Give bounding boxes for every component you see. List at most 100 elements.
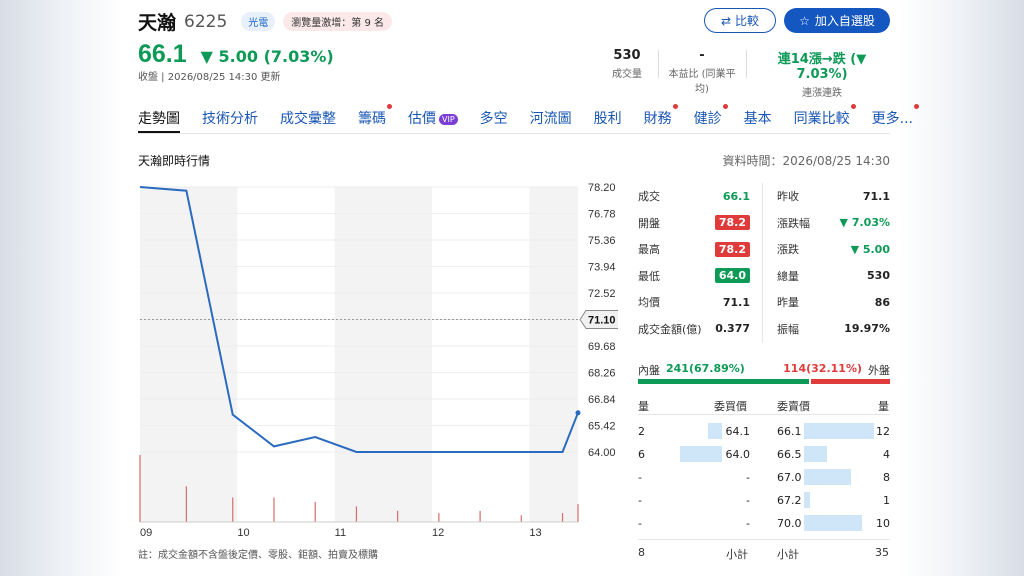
chart-note: 註：成交金額不含盤後定價、零股、鉅額、拍賣及標購 bbox=[138, 550, 378, 561]
quote-value: ▼ 7.03% bbox=[839, 216, 890, 229]
x-tick-label: 11 bbox=[335, 527, 346, 539]
y-tick-label: 73.94 bbox=[588, 262, 616, 274]
tab-3[interactable]: 籌碼 bbox=[358, 104, 392, 128]
quote-row-left: 均價 71.1 bbox=[638, 289, 750, 315]
stat-value: - bbox=[699, 48, 705, 63]
quote-row-right: 昨收 71.1 bbox=[777, 183, 890, 209]
tab-label: 股利 bbox=[593, 111, 622, 127]
tab-5[interactable]: 多空 bbox=[480, 108, 508, 128]
compare-icon: ⇄ bbox=[720, 13, 732, 28]
tab-label: 技術分析 bbox=[202, 111, 258, 127]
quote-value: 66.1 bbox=[722, 189, 750, 203]
quote-row-left: 開盤 78.2 bbox=[638, 210, 750, 236]
tab-6[interactable]: 河流圖 bbox=[530, 108, 572, 128]
quote-row-right: 漲跌幅 ▼ 7.03% bbox=[777, 210, 890, 236]
inner-label: 內盤 bbox=[638, 364, 660, 377]
y-tick-label: 76.78 bbox=[588, 209, 616, 221]
x-tick-label: 12 bbox=[432, 527, 444, 539]
rank-tag[interactable]: 瀏覽量激增：第 9 名 bbox=[283, 12, 393, 31]
intraday-chart[interactable]: 78.20 76.78 75.36 73.94 72.52 69.68 68.26 66.84… bbox=[138, 180, 618, 540]
y-tick-label: 75.36 bbox=[588, 235, 616, 247]
quote-row-left: 最高 78.2 bbox=[638, 236, 750, 262]
quote-row-left: 成交 66.1 bbox=[638, 183, 750, 209]
compare-button[interactable]: ⇄ 比較 bbox=[704, 8, 776, 33]
tab-9[interactable]: 健診 bbox=[694, 104, 728, 128]
hour-band bbox=[334, 187, 432, 522]
y-tick-label: 69.68 bbox=[588, 341, 616, 353]
tab-11[interactable]: 同業比較 bbox=[793, 104, 856, 128]
quote-label: 昨收 bbox=[777, 190, 799, 203]
new-dot-icon bbox=[672, 104, 678, 109]
quote-value: 64.0 bbox=[714, 268, 750, 283]
tab-1[interactable]: 技術分析 bbox=[202, 108, 258, 128]
quote-row-left: 成交金額(億) 0.377 bbox=[638, 316, 750, 342]
quote-row-right: 昨量 86 bbox=[777, 289, 890, 315]
tab-8[interactable]: 財務 bbox=[643, 104, 678, 128]
stock-page: 天瀚 6225 光電 瀏覽量激增：第 9 名 ⇄ 比較 ☆ 加入自選股 66.1… bbox=[124, 0, 920, 576]
price-row: 66.1 ▼ 5.00 (7.03%) bbox=[138, 40, 334, 69]
quote-label: 昨量 bbox=[777, 296, 799, 309]
subtotal-divider bbox=[638, 539, 890, 540]
stat-label: 成交量 bbox=[612, 69, 642, 80]
quote-divider bbox=[762, 183, 763, 343]
tab-label: 多空 bbox=[479, 111, 508, 127]
ask-price: 66.5 bbox=[777, 448, 802, 461]
tab-12[interactable]: 更多... bbox=[872, 104, 920, 128]
quote-row-right: 振幅 19.97% bbox=[777, 316, 890, 342]
y-tick-label: 66.84 bbox=[588, 394, 616, 406]
ask-price-header: 委賣價 bbox=[777, 400, 810, 413]
quote-label: 振幅 bbox=[777, 322, 799, 336]
tab-7[interactable]: 股利 bbox=[594, 108, 622, 128]
new-dot-icon bbox=[387, 104, 392, 109]
y-tick-label: 72.52 bbox=[588, 288, 616, 300]
bid-price: 64.1 bbox=[725, 425, 751, 438]
sector-tag[interactable]: 光電 bbox=[241, 12, 276, 31]
star-icon: ☆ bbox=[799, 13, 810, 28]
quote-value: 0.377 bbox=[715, 322, 750, 335]
quote-value: 530 bbox=[867, 269, 890, 282]
ask-price: 70.0 bbox=[777, 517, 802, 530]
bid-qty: 6 bbox=[638, 448, 645, 461]
hour-band bbox=[140, 187, 238, 522]
section-title: 天瀚即時行情 bbox=[138, 154, 211, 168]
tab-2[interactable]: 成交彙整 bbox=[280, 108, 336, 128]
ask-total: 35 bbox=[875, 546, 889, 559]
ask-volume-bar bbox=[804, 469, 851, 485]
quote-value: 78.2 bbox=[714, 241, 750, 257]
tab-0[interactable]: 走勢圖 bbox=[138, 108, 180, 128]
data-time: 資料時間：2026/08/25 14:30 bbox=[722, 154, 890, 168]
stat-value: 530 bbox=[613, 48, 641, 63]
quote-value: ▼ 5.00 bbox=[850, 242, 890, 256]
tab-label: 財務 bbox=[643, 111, 672, 127]
x-tick-label: 13 bbox=[529, 527, 541, 539]
ask-qty: 12 bbox=[876, 425, 890, 438]
tab-4[interactable]: 估價 VIP bbox=[408, 108, 458, 128]
quote-label: 漲跌 bbox=[777, 243, 799, 256]
price-point bbox=[575, 410, 581, 416]
tab-divider bbox=[138, 133, 890, 134]
bid-price: - bbox=[746, 517, 750, 530]
ask-qty: 8 bbox=[883, 471, 890, 484]
tab-10[interactable]: 基本 bbox=[744, 108, 772, 128]
quote-value: 19.97% bbox=[844, 322, 890, 335]
quote-label: 開盤 bbox=[638, 216, 660, 230]
y-tick-label: 68.26 bbox=[588, 368, 616, 380]
quote-label: 總量 bbox=[777, 269, 799, 283]
new-dot-icon bbox=[914, 104, 920, 109]
hour-band bbox=[529, 187, 578, 522]
new-dot-icon bbox=[722, 104, 728, 109]
y-tick-label: 65.42 bbox=[588, 421, 616, 433]
tab-label: 同業比較 bbox=[793, 111, 850, 127]
bid-subtotal-label: 小計 bbox=[726, 548, 748, 561]
tab-label: 河流圖 bbox=[529, 111, 572, 127]
bid-price-header: 委買價 bbox=[714, 400, 747, 413]
add-watchlist-button[interactable]: ☆ 加入自選股 bbox=[784, 8, 890, 33]
ask-qty: 4 bbox=[883, 448, 890, 461]
last-price: 66.1 bbox=[138, 40, 187, 68]
order-book-divider bbox=[638, 414, 890, 415]
bid-qty-header: 量 bbox=[638, 400, 649, 413]
x-tick-label: 09 bbox=[140, 527, 152, 539]
quote-label: 漲跌幅 bbox=[777, 216, 810, 230]
tab-label: 走勢圖 bbox=[138, 111, 180, 127]
inner-outer-bar bbox=[638, 379, 890, 384]
